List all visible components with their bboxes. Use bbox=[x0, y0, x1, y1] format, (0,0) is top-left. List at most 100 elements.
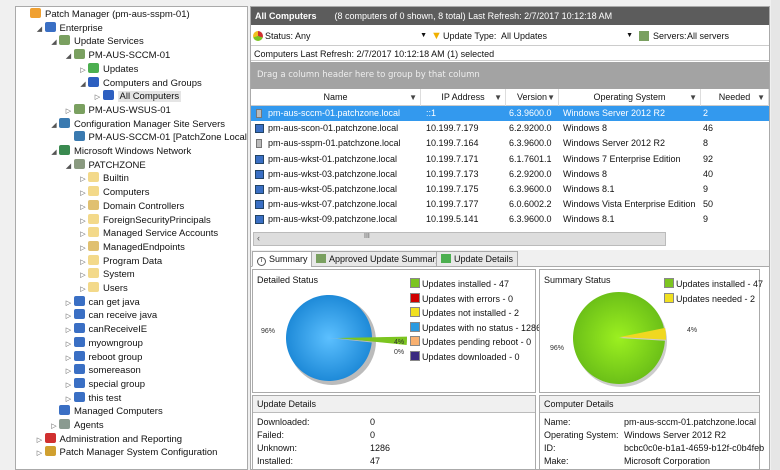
tree-item[interactable]: ▷ Patch Manager System Configuration bbox=[35, 446, 217, 461]
column-header-os[interactable]: Operating System ▼ bbox=[559, 89, 701, 106]
expand-arrow-icon[interactable]: ▷ bbox=[35, 447, 45, 461]
filter-icon[interactable]: ▼ bbox=[409, 89, 417, 106]
collapse-arrow-icon[interactable]: ◢ bbox=[49, 36, 59, 50]
computer-icon bbox=[255, 215, 264, 225]
pie-label-96: 96% bbox=[550, 345, 564, 352]
table-row[interactable]: pm-aus-wkst-07.patchzone.local 10.199.7.1… bbox=[251, 197, 769, 212]
filter-icon[interactable]: ▼ bbox=[494, 89, 502, 106]
tree-item[interactable]: ▷ All Computers bbox=[93, 90, 182, 104]
tree-item[interactable]: ◢ PM-AUS-SCCM-01 bbox=[64, 49, 170, 64]
detailed-status-panel: Detailed Status 96% 4% 0% Updates instal… bbox=[252, 269, 541, 393]
tree-item[interactable]: ◢ Update Services bbox=[49, 35, 144, 49]
tree-item[interactable]: ▷ ForeignSecurityPrincipals bbox=[78, 213, 211, 228]
computers-icon bbox=[102, 90, 114, 101]
collapse-arrow-icon[interactable]: ◢ bbox=[49, 146, 59, 160]
detail-label: ID: bbox=[544, 443, 556, 453]
cell-os: Windows 8 bbox=[563, 168, 608, 179]
cell-ip: 10.199.7.164 bbox=[426, 138, 479, 149]
tree-item[interactable]: PM-AUS-SCCM-01 [PatchZone Local - pz bbox=[64, 131, 247, 145]
table-row[interactable]: pm-aus-sccm-01.patchzone.local::1 6.3.960… bbox=[251, 106, 769, 121]
globe-icon bbox=[59, 405, 70, 416]
column-header-version[interactable]: Version ▼ bbox=[506, 89, 559, 106]
table-row[interactable]: pm-aus-wkst-09.patchzone.local 10.199.5.1… bbox=[251, 212, 769, 227]
tree-item[interactable]: ▷ Updates bbox=[78, 62, 138, 77]
tree-item[interactable]: ▷ can get java bbox=[64, 295, 140, 310]
horizontal-scrollbar[interactable]: ‹ III bbox=[253, 232, 666, 246]
tree-item[interactable]: ▷ ManagedEndpoints bbox=[78, 240, 185, 255]
collapse-arrow-icon[interactable]: ◢ bbox=[64, 50, 74, 64]
filter-icon[interactable]: ▼ bbox=[757, 89, 765, 106]
tree-item-label: Program Data bbox=[103, 255, 163, 267]
tree-item[interactable]: ▷ System bbox=[78, 268, 135, 282]
table-row[interactable]: pm-aus-wkst-03.patchzone.local 10.199.7.1… bbox=[251, 167, 769, 182]
cell-version: 6.3.9600.0 bbox=[509, 138, 552, 149]
tree-item[interactable]: ▷ Managed Service Accounts bbox=[78, 227, 218, 241]
tree-item[interactable]: ▷ somereason bbox=[64, 364, 141, 378]
tree-item[interactable]: ▷ Administration and Reporting bbox=[35, 432, 182, 447]
tree-item[interactable]: ▷ PM-AUS-WSUS-01 bbox=[64, 103, 171, 118]
tree-item[interactable]: ◢ PATCHZONE bbox=[64, 158, 146, 174]
filter-icon[interactable]: ▼ bbox=[689, 89, 697, 106]
table-row[interactable]: pm-aus-scon-01.patchzone.local 10.199.7.1… bbox=[251, 121, 769, 136]
legend-label: Updates not installed - 2 bbox=[422, 308, 520, 318]
group-by-panel[interactable]: Drag a column header here to group by th… bbox=[251, 62, 769, 89]
cell-os: Windows 7 Enterprise Edition bbox=[563, 153, 681, 164]
tree-item[interactable]: ▷ can receive java bbox=[64, 309, 157, 323]
column-header-ip[interactable]: IP Address ▼ bbox=[421, 89, 506, 106]
status-dropdown[interactable]: Any ▼ bbox=[295, 26, 427, 46]
column-label: Operating System bbox=[593, 92, 666, 102]
table-row[interactable]: pm-aus-wkst-01.patchzone.local 10.199.7.1… bbox=[251, 152, 769, 167]
collapse-arrow-icon[interactable]: ◢ bbox=[49, 119, 59, 133]
tree-item[interactable]: ▷ Users bbox=[78, 282, 128, 296]
scroll-left-icon[interactable]: ‹ bbox=[257, 233, 260, 243]
cell-ip: 10.199.5.141 bbox=[426, 214, 479, 225]
tree-item[interactable]: ▷ Computers bbox=[78, 186, 149, 200]
tree-item-label: Managed Service Accounts bbox=[103, 228, 219, 240]
group-icon bbox=[73, 364, 85, 375]
group-icon bbox=[73, 391, 85, 402]
tab-summary[interactable]: i Summary bbox=[252, 251, 313, 267]
tree-item[interactable]: Patch Manager (pm-aus-sspm-01) bbox=[20, 8, 190, 22]
tree-item[interactable]: ▷ canReceiveIE bbox=[64, 323, 147, 337]
config-icon bbox=[44, 446, 56, 457]
update-type-value: All Updates bbox=[501, 31, 548, 41]
tree-item-label: Computers bbox=[103, 187, 150, 199]
cell-os: Windows Vista Enterprise Edition bbox=[563, 199, 696, 210]
collapse-arrow-icon[interactable]: ◢ bbox=[78, 78, 88, 92]
tree-item[interactable]: ▷ Builtin bbox=[78, 172, 129, 186]
tree-item[interactable]: ◢ Configuration Manager Site Servers bbox=[49, 117, 225, 133]
update-type-dropdown[interactable]: All Updates ▼ bbox=[501, 26, 633, 46]
tree-item[interactable]: ▷ myowngroup bbox=[64, 336, 143, 351]
tree-item[interactable]: ▷ Domain Controllers bbox=[78, 199, 185, 214]
table-row[interactable]: pm-aus-wkst-05.patchzone.local 10.199.7.1… bbox=[251, 182, 769, 197]
tree-item[interactable]: ▷ Program Data bbox=[78, 254, 163, 269]
tree-item[interactable]: Managed Computers bbox=[49, 405, 163, 419]
scroll-thumb[interactable]: III bbox=[364, 233, 370, 240]
cell-name: pm-aus-sccm-01.patchzone.local bbox=[268, 108, 401, 118]
tree-item[interactable]: ◢ Enterprise bbox=[35, 21, 103, 37]
tree-item[interactable]: ◢ Microsoft Windows Network bbox=[49, 145, 191, 159]
table-row[interactable]: pm-aus-sspm-01.patchzone.local 10.199.7.1… bbox=[251, 136, 769, 151]
column-header-name[interactable]: Name ▼ bbox=[251, 89, 421, 106]
tree-item[interactable]: ▷ this test bbox=[64, 391, 121, 406]
network-icon bbox=[59, 145, 70, 155]
filter-icon: ▼ bbox=[431, 30, 442, 42]
tree-item-label: reboot group bbox=[88, 351, 143, 363]
tree-item-label: Domain Controllers bbox=[103, 200, 185, 212]
tree-item[interactable]: ▷ Agents bbox=[49, 419, 104, 433]
collapse-arrow-icon[interactable]: ◢ bbox=[35, 23, 45, 37]
legend-swatch bbox=[664, 292, 674, 303]
filter-icon[interactable]: ▼ bbox=[547, 89, 555, 106]
vertical-scrollbar[interactable] bbox=[771, 0, 780, 470]
tree-item[interactable]: ◢ Computers and Groups bbox=[78, 76, 202, 92]
tree-item[interactable]: ▷ special group bbox=[64, 377, 145, 392]
server-icon bbox=[256, 139, 262, 149]
tree-item[interactable]: ▷ reboot group bbox=[64, 350, 143, 365]
servers-dropdown[interactable]: All servers bbox=[687, 26, 767, 46]
navigation-tree[interactable]: Patch Manager (pm-aus-sspm-01) ◢ Enterpris… bbox=[15, 6, 248, 470]
pie-label-4: 4% bbox=[394, 339, 404, 346]
tab-approved-update-summary[interactable]: Approved Update Summary bbox=[311, 251, 446, 267]
tab-update-details[interactable]: Update Details bbox=[436, 251, 519, 267]
collapse-arrow-icon[interactable]: ◢ bbox=[64, 160, 74, 174]
column-header-needed[interactable]: Needed ▼ bbox=[701, 89, 769, 106]
